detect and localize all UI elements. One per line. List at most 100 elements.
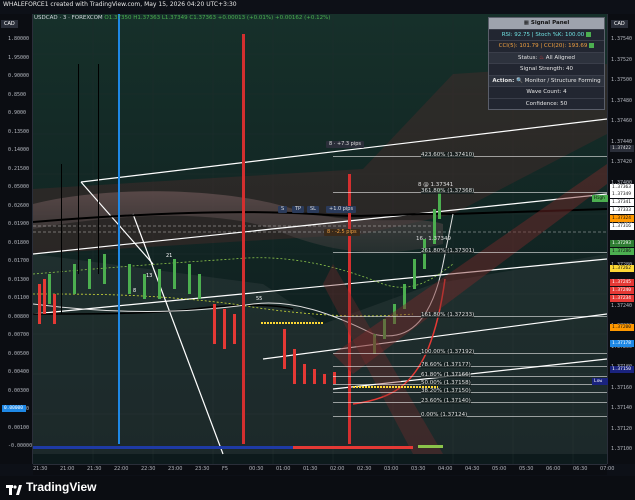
at-price-label: 8 @ 1.37341 [418, 182, 454, 188]
time-axis-tick: 01:30 [303, 466, 318, 472]
cci-row: CCI(5): 101.79 | CCI(20): 193.69 [489, 41, 604, 53]
time-axis-tick: 00:30 [249, 466, 264, 472]
price-tag: 1.37150 [610, 366, 634, 373]
time-axis-tick: 21:30 [87, 466, 102, 472]
right-axis-tick: 1.37440 [611, 138, 633, 145]
left-axis-tick: 0.00400 [8, 369, 30, 375]
time-axis-tick: 07:00 [600, 466, 615, 472]
pill-s[interactable]: S [278, 206, 288, 213]
left-axis-tick: 0.90000 [8, 73, 30, 79]
wave-label-21: 21 [166, 253, 172, 259]
left-currency-tag: CAD [1, 20, 18, 28]
pips-top-label[interactable]: 8 · +7.3 pips [326, 141, 365, 148]
left-axis-tick: 0.01900 [8, 221, 30, 227]
price-tag: 1.37240 [610, 287, 634, 294]
fib-level-label: 38.20% (1.37150) [421, 388, 471, 394]
wave-label-55: 55 [256, 296, 262, 302]
pill-tp[interactable]: TP [292, 206, 305, 213]
fib-level-label: 423.60% (1.37410) [421, 152, 475, 158]
fire-icon: ♨ [539, 54, 545, 61]
footer-bar: TradingView [0, 476, 635, 500]
wave-label-8: 8 [133, 288, 136, 294]
left-axis-tick: -0.00000 [8, 443, 33, 449]
time-axis-tick: 22:30 [141, 466, 156, 472]
check-icon [586, 31, 592, 37]
left-axis-tick: 0.9000 [8, 110, 27, 116]
left-axis-tick: 0.00700 [8, 332, 30, 338]
right-price-axis[interactable]: CAD 1.37540 1.37520 1.37500 1.37480 1.37460 1… [592, 14, 635, 464]
time-axis-tick: 21:30 [33, 466, 48, 472]
pips-mid-label[interactable]: +1.0 pips [326, 206, 357, 213]
left-price-axis[interactable]: CAD 1.80000 1.95000 0.90000 0.8500 0.9000 0.1… [0, 14, 33, 464]
left-axis-tick: 0.00500 [8, 350, 30, 357]
right-axis-tick: 1.37500 [611, 77, 633, 83]
time-axis-tick: 04:00 [438, 466, 453, 472]
left-axis-tick: 0.02600 [8, 202, 30, 209]
price-tag: 1.37316 [610, 223, 634, 230]
signal-panel: ▦ Signal Panel RSI: 92.75 | Stoch %K: 10… [488, 17, 605, 110]
price-tag: 1.37178 [610, 340, 634, 347]
left-axis-tick: 0.00300 [8, 387, 30, 394]
left-axis-tick: 1.95000 [8, 54, 30, 61]
price-tag: 1.37293 [610, 240, 634, 247]
pips-low-label[interactable]: 8 · -2.5 pips [324, 229, 360, 236]
high-tag: High [592, 195, 608, 202]
time-axis[interactable]: 21:30 21:00 21:30 22:00 22:30 23:00 23:30 F5 00:… [33, 464, 614, 475]
right-axis-tick: 1.37460 [611, 118, 633, 124]
left-axis-tick: 0.05000 [8, 184, 30, 190]
tradingview-logo-icon [6, 481, 22, 495]
pill-sl[interactable]: SL [307, 206, 319, 213]
panel-icon: ▦ [523, 20, 531, 26]
left-axis-tick: 0.14000 [8, 147, 30, 153]
fib-level-label: 261.80% (1.37301) [421, 248, 475, 254]
left-axis-tick: 0.01800 [8, 239, 30, 246]
time-axis-tick: 22:00 [114, 466, 129, 472]
left-axis-tick: 1.80000 [8, 36, 30, 42]
right-axis-tick: 1.37120 [611, 425, 633, 432]
action-row: Action: 🔍 Monitor / Structure Forming [489, 75, 604, 87]
tradingview-brand: TradingView [26, 480, 97, 494]
right-currency-tag: CAD [611, 20, 628, 28]
time-axis-tick: 02:00 [330, 466, 345, 472]
fib-level-label: 0.00% (1.37124) [421, 412, 468, 418]
time-axis-tick: 04:30 [465, 466, 480, 472]
left-axis-tick: 0.01700 [8, 258, 30, 264]
time-axis-tick: 06:00 [546, 466, 561, 472]
low-tag: Low [592, 378, 608, 385]
price-tag: 1.37234 [610, 295, 634, 302]
right-axis-tick: 1.37160 [611, 384, 633, 391]
strength-row: Signal Strength: 40 [489, 64, 604, 76]
left-axis-tick: 0.01300 [8, 276, 30, 283]
fib-line [333, 416, 607, 417]
wave-count-row: Wave Count: 4 [489, 87, 604, 99]
price-tag: 1.37245 [610, 279, 634, 286]
fib-level-label: 23.60% (1.37140) [421, 398, 471, 404]
fib-level-label: 50.00% (1.37158) [421, 380, 471, 386]
price-tag: 1.37262 [610, 265, 634, 272]
symbol-header[interactable]: USDCAD · 3 · FOREXCOM O1.37350 H1.37363 … [34, 15, 330, 21]
left-current-tag: 0.00000 [2, 405, 26, 412]
confidence-row: Confidence: 50 [489, 98, 604, 109]
fib-level-label: 61.80% (1.37166) [421, 372, 471, 378]
left-axis-tick: 0.13500 [8, 128, 30, 135]
time-axis-tick: 01:00 [276, 466, 291, 472]
price-tag: 1.37422 [610, 145, 634, 152]
check-icon [589, 43, 595, 48]
symbol-change: +0.00013 (+0.01%) [217, 15, 274, 21]
time-axis-tick: 23:00 [168, 466, 183, 472]
price-tag: 1.37324 [610, 215, 634, 222]
fib-level-label: 100.00% (1.37192) [421, 349, 475, 355]
time-axis-tick: 06:30 [573, 466, 588, 472]
right-axis-tick: 1.37140 [611, 405, 633, 411]
price-tag: 1.37286 [610, 248, 634, 255]
time-axis-tick: 03:00 [384, 466, 399, 472]
left-axis-tick: 0.00800 [8, 313, 30, 320]
tradingview-logo[interactable]: TradingView [6, 480, 97, 495]
search-icon: 🔍 [516, 77, 523, 84]
right-axis-tick: 1.37100 [611, 446, 633, 452]
symbol-name: USDCAD · 3 · FOREXCOM [34, 15, 103, 21]
symbol-ohlc: O1.37350 H1.37363 L1.37349 C1.37363 [104, 15, 216, 21]
status-row: Status: ♨ All Aligned [489, 52, 604, 64]
right-axis-tick: 1.37240 [611, 302, 633, 309]
left-axis-tick: 0.00100 [8, 424, 30, 431]
